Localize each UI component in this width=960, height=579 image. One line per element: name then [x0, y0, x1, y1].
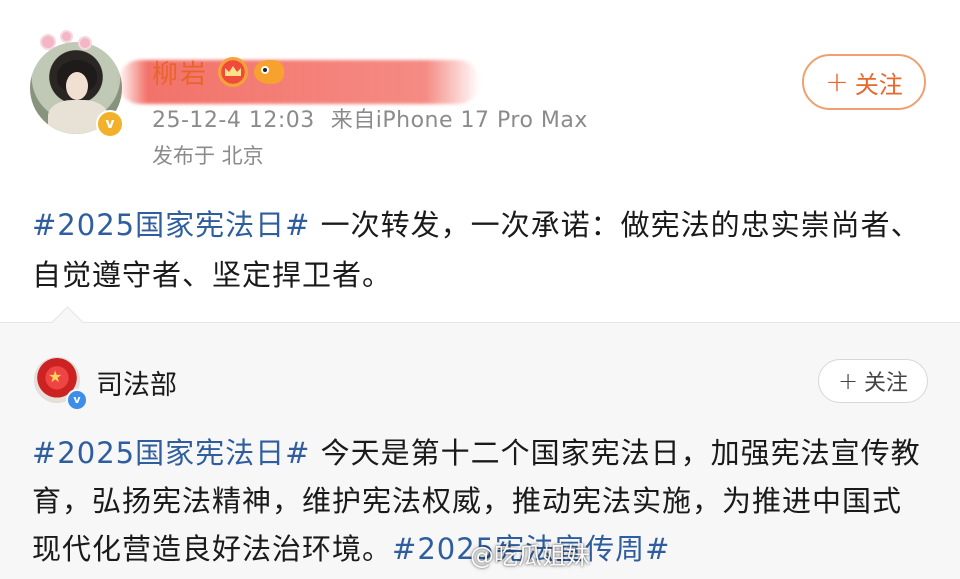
follow-label: 关注: [864, 371, 909, 396]
verified-badge-icon: v: [96, 110, 124, 138]
watermark: @吃瓜姐妹: [470, 542, 590, 570]
crown-badge-icon[interactable]: [218, 57, 249, 87]
verified-badge-icon: v: [66, 389, 88, 411]
follow-button[interactable]: + 关注: [802, 54, 926, 110]
follow-label: 关注: [854, 70, 903, 99]
hashtag-link[interactable]: #2025国家宪法日#: [32, 208, 310, 242]
username-row: 柳岩: [152, 52, 285, 92]
post-timestamp: 25-12-4 12:03: [152, 108, 315, 133]
repost-follow-button[interactable]: + 关注: [818, 359, 928, 403]
post-meta: 25-12-4 12:03 来自iPhone 17 Pro Max: [152, 102, 588, 134]
weibo-post-page: v 柳岩 25-12-4 12:03 来自iPhone 17 Pro Max 发布…: [0, 0, 960, 579]
blossom-decoration-icon: [62, 32, 71, 41]
username[interactable]: 柳岩: [152, 54, 208, 91]
repost-author[interactable]: 司法部: [96, 363, 177, 402]
main-post: v 柳岩 25-12-4 12:03 来自iPhone 17 Pro Max 发布…: [0, 0, 960, 320]
post-source: 来自iPhone 17 Pro Max: [330, 108, 588, 133]
user-avatar[interactable]: v: [30, 32, 126, 138]
plus-icon: +: [837, 367, 859, 395]
hashtag-link[interactable]: #2025国家宪法日#: [32, 436, 310, 470]
post-body: #2025国家宪法日# 一次转发，一次承诺：做宪法的忠实崇尚者、自觉遵守者、坚定…: [32, 200, 922, 300]
blossom-decoration-icon: [42, 36, 54, 48]
blossom-decoration-icon: [80, 38, 90, 48]
post-location: 发布于 北京: [152, 144, 264, 168]
plus-icon: +: [825, 65, 849, 98]
fish-badge-icon[interactable]: [254, 60, 285, 84]
